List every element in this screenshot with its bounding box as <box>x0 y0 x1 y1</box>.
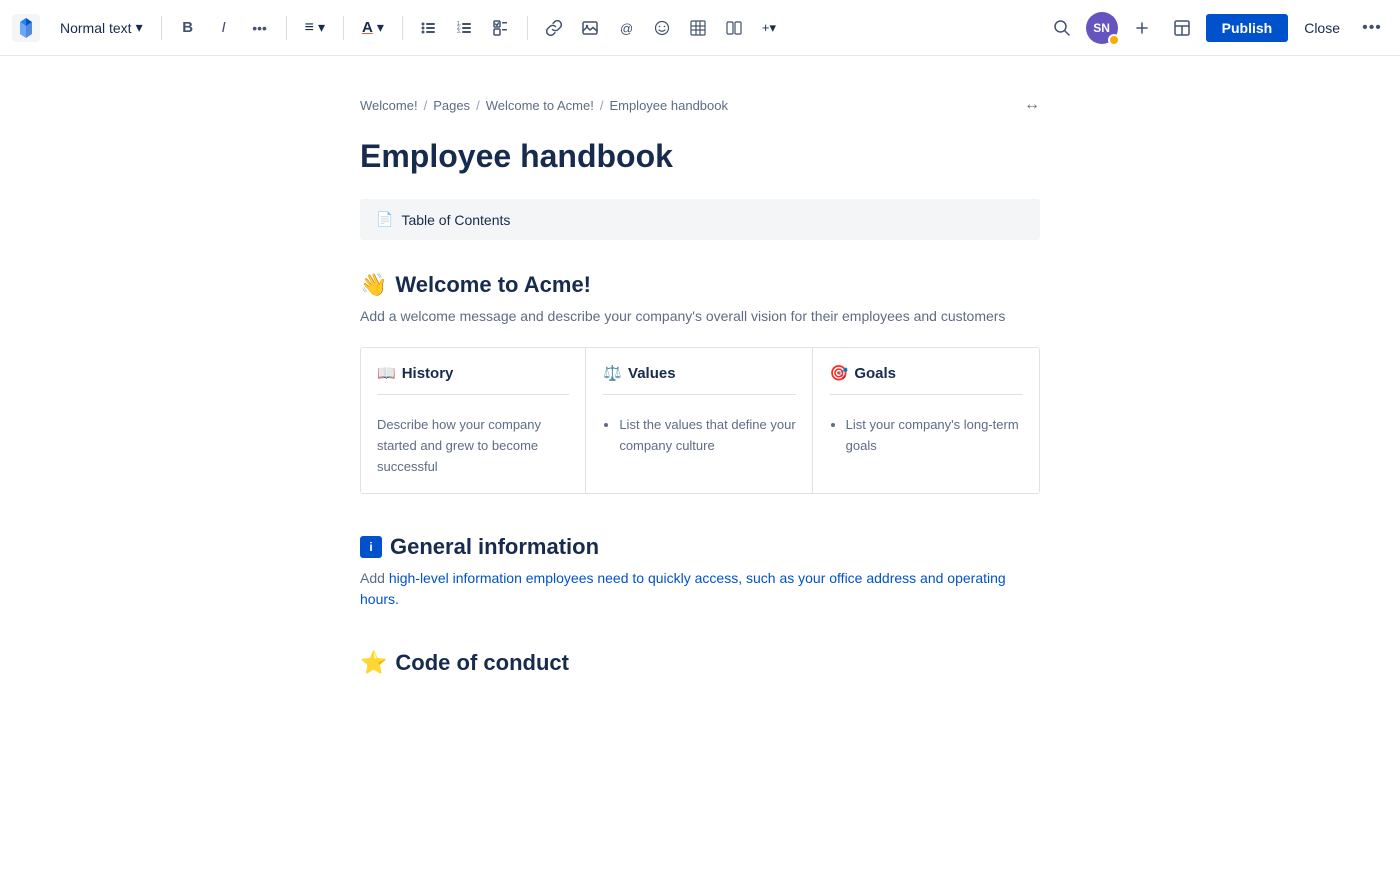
toc-box[interactable]: 📄 Table of Contents <box>360 199 1040 240</box>
content-area: Welcome! / Pages / Welcome to Acme! / Em… <box>300 56 1100 796</box>
section-conduct: ⭐ Code of conduct <box>360 650 1040 676</box>
history-emoji: 📖 <box>377 364 396 382</box>
text-style-label: Normal text <box>60 20 132 36</box>
goals-title-text: Goals <box>854 365 896 382</box>
divider-3 <box>343 16 344 40</box>
history-card[interactable]: 📖 History Describe how your company star… <box>361 348 586 493</box>
goals-emoji: 🎯 <box>830 364 849 382</box>
emoji-button[interactable] <box>646 12 678 44</box>
values-bullet-1: List the values that define your company… <box>619 415 795 457</box>
overflow-menu-button[interactable]: ••• <box>1356 12 1388 44</box>
history-body-text: Describe how your company started and gr… <box>377 415 569 477</box>
conduct-emoji: ⭐ <box>360 650 387 676</box>
breadcrumb: Welcome! / Pages / Welcome to Acme! / Em… <box>360 96 1040 114</box>
insert-more-button[interactable]: +▾ <box>754 16 784 40</box>
breadcrumb-sep-2: / <box>476 98 480 113</box>
values-emoji: ⚖️ <box>603 364 622 382</box>
task-list-button[interactable] <box>485 12 517 44</box>
divider-2 <box>286 16 287 40</box>
toolbar-right: SN Publish Close ••• <box>1046 12 1388 44</box>
font-color-arrow-icon: ▾ <box>377 19 384 36</box>
avatar-badge <box>1108 34 1120 46</box>
app-logo[interactable] <box>12 14 40 42</box>
breadcrumb-welcome[interactable]: Welcome! <box>360 98 418 113</box>
text-style-arrow-icon: ▾ <box>136 19 143 36</box>
section-general-heading: i General information <box>360 534 1040 560</box>
goals-card-title: 🎯 Goals <box>830 364 1023 395</box>
breadcrumb-sep-1: / <box>424 98 428 113</box>
history-card-title: 📖 History <box>377 364 569 395</box>
layout-button[interactable] <box>718 12 750 44</box>
image-button[interactable] <box>574 12 606 44</box>
breadcrumb-welcome-acme[interactable]: Welcome to Acme! <box>486 98 594 113</box>
toc-icon: 📄 <box>376 211 393 228</box>
breadcrumb-expand-icon[interactable]: ↔ <box>1024 96 1040 114</box>
values-card[interactable]: ⚖️ Values List the values that define yo… <box>587 348 812 493</box>
collaborators-add-button[interactable] <box>1126 12 1158 44</box>
divider-1 <box>161 16 162 40</box>
breadcrumb-path: Welcome! / Pages / Welcome to Acme! / Em… <box>360 98 728 113</box>
history-card-body: Describe how your company started and gr… <box>377 407 569 477</box>
bullet-list-button[interactable] <box>413 12 445 44</box>
welcome-heading-text: Welcome to Acme! <box>395 272 591 298</box>
values-card-body: List the values that define your company… <box>603 407 795 457</box>
section-welcome-heading: 👋 Welcome to Acme! <box>360 272 1040 298</box>
template-button[interactable] <box>1166 12 1198 44</box>
close-button[interactable]: Close <box>1296 14 1348 42</box>
general-subtext: Add high-level information employees nee… <box>360 568 1040 610</box>
card-grid: 📖 History Describe how your company star… <box>360 347 1040 494</box>
italic-label: I <box>222 19 226 36</box>
breadcrumb-pages[interactable]: Pages <box>433 98 470 113</box>
goals-card[interactable]: 🎯 Goals List your company's long-term go… <box>814 348 1039 493</box>
general-emoji: i <box>360 536 382 558</box>
numbered-list-button[interactable]: 1. 2. 3. <box>449 12 481 44</box>
bold-button[interactable]: B <box>172 12 204 44</box>
breadcrumb-sep-3: / <box>600 98 604 113</box>
section-general: i General information Add high-level inf… <box>360 534 1040 610</box>
history-title-text: History <box>402 365 454 382</box>
goals-card-body: List your company's long-term goals <box>830 407 1023 457</box>
general-subtext-link[interactable]: high-level information employees need to… <box>360 570 1006 607</box>
values-title-text: Values <box>628 365 676 382</box>
publish-button[interactable]: Publish <box>1206 14 1289 42</box>
text-style-dropdown[interactable]: Normal text ▾ <box>52 15 151 40</box>
section-conduct-heading: ⭐ Code of conduct <box>360 650 1040 676</box>
toc-label: Table of Contents <box>401 212 510 228</box>
page-title: Employee handbook <box>360 138 1040 175</box>
svg-text:3.: 3. <box>457 29 461 35</box>
align-arrow-icon: ▾ <box>318 19 325 36</box>
insert-more-label: +▾ <box>762 20 776 36</box>
breadcrumb-employee-handbook[interactable]: Employee handbook <box>609 98 728 113</box>
more-icon: ••• <box>252 20 267 36</box>
publish-label: Publish <box>1222 20 1273 36</box>
table-button[interactable] <box>682 12 714 44</box>
avatar[interactable]: SN <box>1086 12 1118 44</box>
goals-bullet-1: List your company's long-term goals <box>846 415 1023 457</box>
italic-button[interactable]: I <box>208 12 240 44</box>
general-heading-text: General information <box>390 534 599 560</box>
close-label: Close <box>1304 20 1340 36</box>
mention-button[interactable]: @ <box>610 12 642 44</box>
link-button[interactable] <box>538 12 570 44</box>
avatar-initials: SN <box>1093 21 1110 35</box>
font-color-label: A <box>362 19 373 36</box>
font-color-dropdown[interactable]: A ▾ <box>354 15 392 40</box>
divider-5 <box>527 16 528 40</box>
align-dropdown[interactable]: ≡ ▾ <box>297 15 333 41</box>
bold-label: B <box>182 19 193 36</box>
welcome-emoji: 👋 <box>360 272 387 298</box>
welcome-subtext: Add a welcome message and describe your … <box>360 306 1040 327</box>
overflow-icon: ••• <box>1362 19 1382 37</box>
more-formatting-button[interactable]: ••• <box>244 12 276 44</box>
svg-text:@: @ <box>620 21 633 36</box>
section-welcome: 👋 Welcome to Acme! Add a welcome message… <box>360 272 1040 494</box>
conduct-heading-text: Code of conduct <box>395 650 569 676</box>
values-card-title: ⚖️ Values <box>603 364 795 395</box>
search-button[interactable] <box>1046 12 1078 44</box>
divider-4 <box>402 16 403 40</box>
toolbar: Normal text ▾ B I ••• ≡ ▾ A ▾ 1. <box>0 0 1400 56</box>
